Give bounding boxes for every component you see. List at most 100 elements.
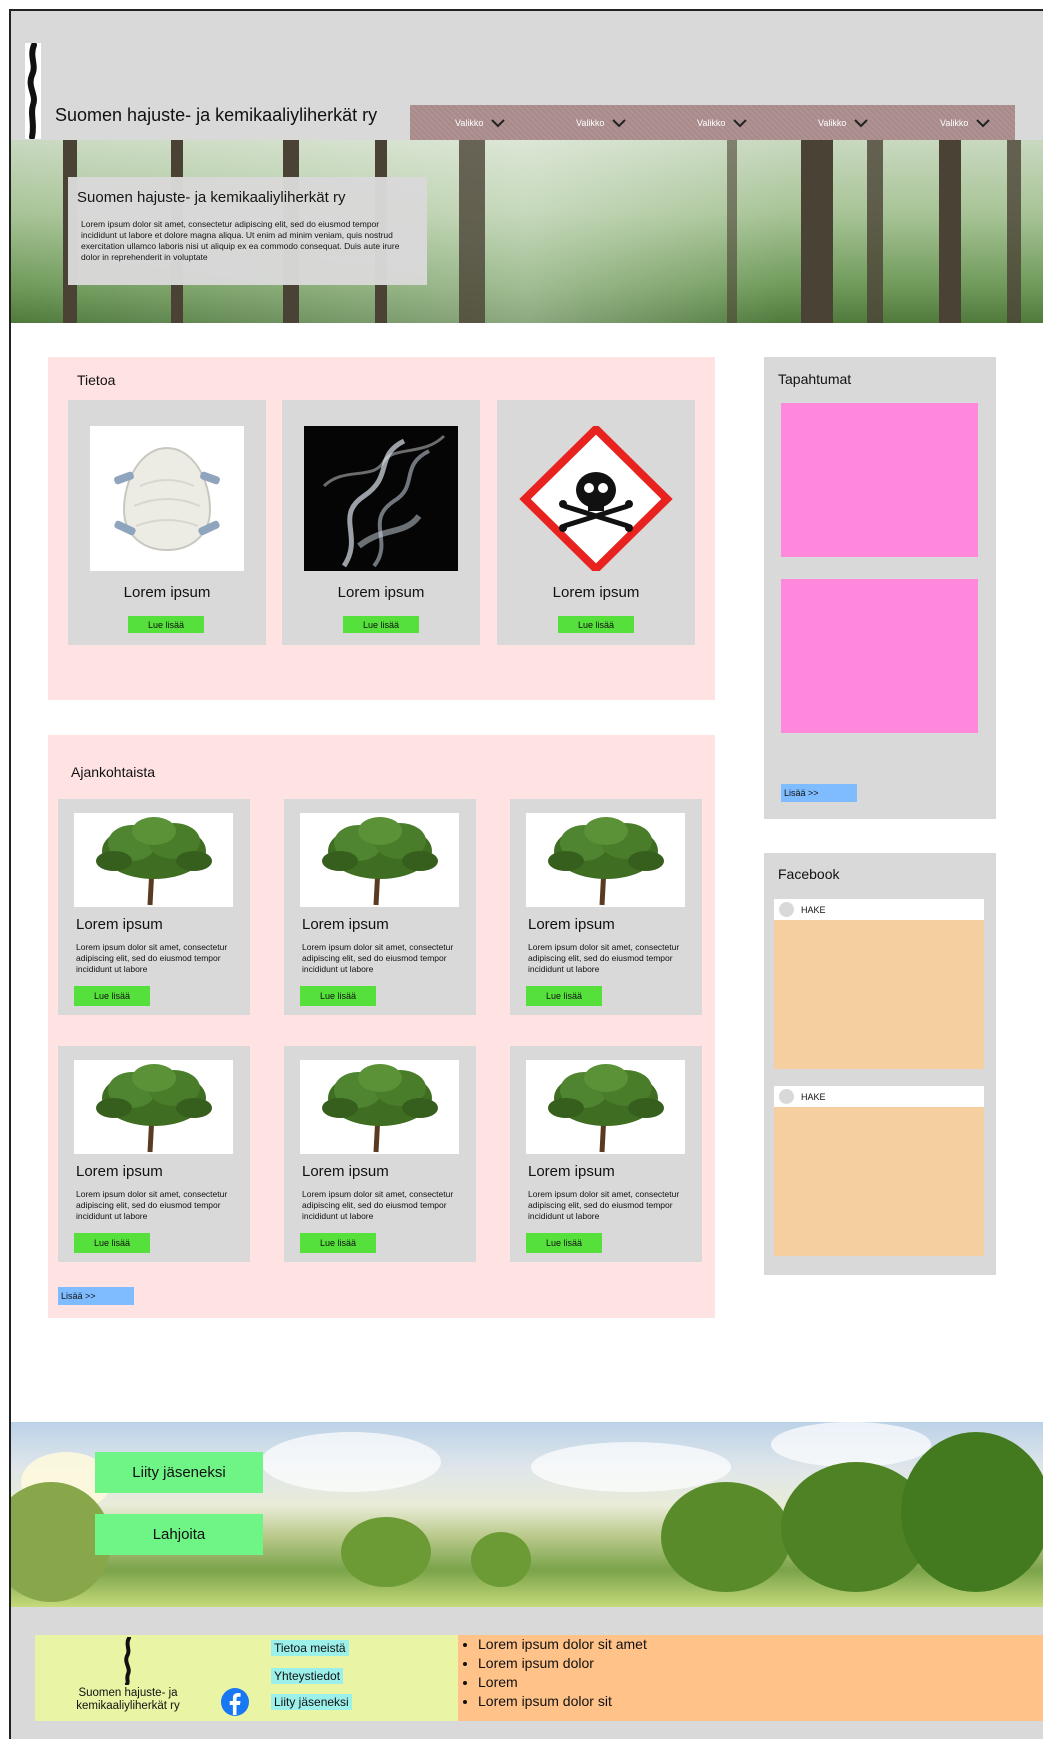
card-title: Lorem ipsum <box>528 1163 615 1180</box>
hero-info-box: Suomen hajuste- ja kemikaaliyliherkät ry… <box>68 177 427 285</box>
nav-item-3[interactable]: Valikko <box>697 105 748 140</box>
read-more-button[interactable]: Lue lisää <box>300 986 376 1006</box>
avatar <box>779 1089 794 1104</box>
card-text: Lorem ipsum dolor sit amet, consectetur … <box>76 1189 228 1221</box>
tree-trunk <box>801 140 833 323</box>
nav-item-5[interactable]: Valikko <box>940 105 991 140</box>
card-text: Lorem ipsum dolor sit amet, consectetur … <box>302 942 454 974</box>
logo-mark-icon <box>124 1637 131 1685</box>
card-text: Lorem ipsum dolor sit amet, consectetur … <box>528 942 680 974</box>
tree-trunk <box>1007 140 1021 323</box>
tree-trunk <box>939 140 961 323</box>
chevron-down-icon <box>612 118 627 127</box>
list-item: Lorem ipsum dolor <box>478 1654 647 1673</box>
news-card: Lorem ipsum Lorem ipsum dolor sit amet, c… <box>510 1046 702 1262</box>
site-title[interactable]: Suomen hajuste- ja kemikaaliyliherkät ry <box>55 105 377 126</box>
read-more-button[interactable]: Lue lisää <box>558 616 634 633</box>
tree-image <box>526 813 685 907</box>
footer-link-join[interactable]: Liity jäseneksi <box>271 1694 352 1710</box>
nav-item-label: Valikko <box>455 117 484 128</box>
tree-image <box>300 1060 459 1154</box>
read-more-button[interactable]: Lue lisää <box>526 1233 602 1253</box>
tietoa-card: Lorem ipsum Lue lisää <box>497 400 695 645</box>
read-more-button[interactable]: Lue lisää <box>74 986 150 1006</box>
read-more-button[interactable]: Lue lisää <box>74 1233 150 1253</box>
tree-icon <box>548 817 664 906</box>
ajankohtaista-section: Ajankohtaista Lorem ipsum Lorem ipsum dol… <box>48 735 715 1318</box>
hero-title: Suomen hajuste- ja kemikaaliyliherkät ry <box>77 189 346 206</box>
join-member-button[interactable]: Liity jäseneksi <box>95 1452 263 1493</box>
page-frame: Suomen hajuste- ja kemikaaliyliherkät ry… <box>9 9 1043 1739</box>
card-title: Lorem ipsum <box>528 916 615 933</box>
chevron-down-icon <box>854 118 869 127</box>
section-title: Tietoa <box>77 372 116 388</box>
footer-link-contact[interactable]: Yhteystiedot <box>271 1668 344 1684</box>
footer-list: Lorem ipsum dolor sit amet Lorem ipsum d… <box>478 1635 647 1711</box>
section-title: Facebook <box>778 866 840 882</box>
fb-post-header[interactable]: HAKE <box>774 899 984 920</box>
tree-image <box>526 1060 685 1154</box>
tapahtumat-panel: Tapahtumat Lisää >> <box>764 357 996 819</box>
tree-icon <box>96 1064 212 1153</box>
tree-image <box>300 813 459 907</box>
read-more-button[interactable]: Lue lisää <box>128 616 204 633</box>
tree-icon <box>548 1064 664 1153</box>
tietoa-card: Lorem ipsum Lue lisää <box>68 400 266 645</box>
tree-shape <box>341 1517 431 1587</box>
facebook-icon[interactable] <box>221 1688 249 1716</box>
tree-icon <box>96 817 212 906</box>
donate-button[interactable]: Lahjoita <box>95 1514 263 1555</box>
header: Suomen hajuste- ja kemikaaliyliherkät ry… <box>11 11 1043 140</box>
main-nav: Valikko Valikko Valikko Valikko Valikko <box>410 105 1015 140</box>
nav-item-1[interactable]: Valikko <box>455 105 506 140</box>
list-item: Lorem ipsum dolor sit amet <box>478 1635 647 1654</box>
footer: Suomen hajuste- ja kemikaaliyliherkät ry… <box>11 1607 1043 1739</box>
more-news-button[interactable]: Lisää >> <box>58 1287 134 1305</box>
card-title: Lorem ipsum <box>123 584 211 601</box>
read-more-button[interactable]: Lue lisää <box>300 1233 376 1253</box>
nav-item-2[interactable]: Valikko <box>576 105 627 140</box>
nav-item-label: Valikko <box>697 117 726 128</box>
smoke-icon <box>322 434 446 568</box>
tree-trunk <box>727 140 737 323</box>
news-card: Lorem ipsum Lorem ipsum dolor sit amet, c… <box>510 799 702 1015</box>
card-title: Lorem ipsum <box>302 1163 389 1180</box>
tree-shape <box>661 1482 791 1592</box>
card-text: Lorem ipsum dolor sit amet, consectetur … <box>528 1189 680 1221</box>
mask-icon <box>114 446 220 552</box>
cloud-shape <box>771 1422 931 1467</box>
fb-post-label: HAKE <box>801 904 826 915</box>
footer-info-block: Suomen hajuste- ja kemikaaliyliherkät ry… <box>35 1635 458 1721</box>
nav-item-label: Valikko <box>576 117 605 128</box>
card-title: Lorem ipsum <box>76 916 163 933</box>
tree-trunk <box>459 140 485 323</box>
read-more-button[interactable]: Lue lisää <box>343 616 419 633</box>
read-more-button[interactable]: Lue lisää <box>526 986 602 1006</box>
nav-item-label: Valikko <box>818 117 847 128</box>
card-text: Lorem ipsum dolor sit amet, consectetur … <box>76 942 228 974</box>
fb-post-label: HAKE <box>801 1091 826 1102</box>
news-card: Lorem ipsum Lorem ipsum dolor sit amet, c… <box>284 799 476 1015</box>
nav-item-label: Valikko <box>940 117 969 128</box>
tree-icon <box>322 1064 438 1153</box>
cloud-shape <box>261 1432 441 1492</box>
nav-item-4[interactable]: Valikko <box>818 105 869 140</box>
list-item: Lorem <box>478 1673 647 1692</box>
hero-text: Lorem ipsum dolor sit amet, consectetur … <box>81 219 400 262</box>
tree-trunk <box>867 140 883 323</box>
card-text: Lorem ipsum dolor sit amet, consectetur … <box>302 1189 454 1221</box>
fb-post-body[interactable] <box>774 920 984 1069</box>
logo[interactable] <box>25 42 41 140</box>
list-item: Lorem ipsum dolor sit <box>478 1692 647 1711</box>
avatar <box>779 902 794 917</box>
toxic-hazard-icon <box>519 426 673 571</box>
event-item[interactable] <box>781 579 978 733</box>
section-title: Tapahtumat <box>778 371 852 387</box>
event-item[interactable] <box>781 403 978 557</box>
news-card: Lorem ipsum Lorem ipsum dolor sit amet, c… <box>58 799 250 1015</box>
fb-post-header[interactable]: HAKE <box>774 1086 984 1107</box>
more-events-button[interactable]: Lisää >> <box>781 784 857 802</box>
footer-link-about[interactable]: Tietoa meistä <box>271 1640 349 1656</box>
footer-list-block: Lorem ipsum dolor sit amet Lorem ipsum d… <box>458 1635 1043 1721</box>
fb-post-body[interactable] <box>774 1107 984 1256</box>
